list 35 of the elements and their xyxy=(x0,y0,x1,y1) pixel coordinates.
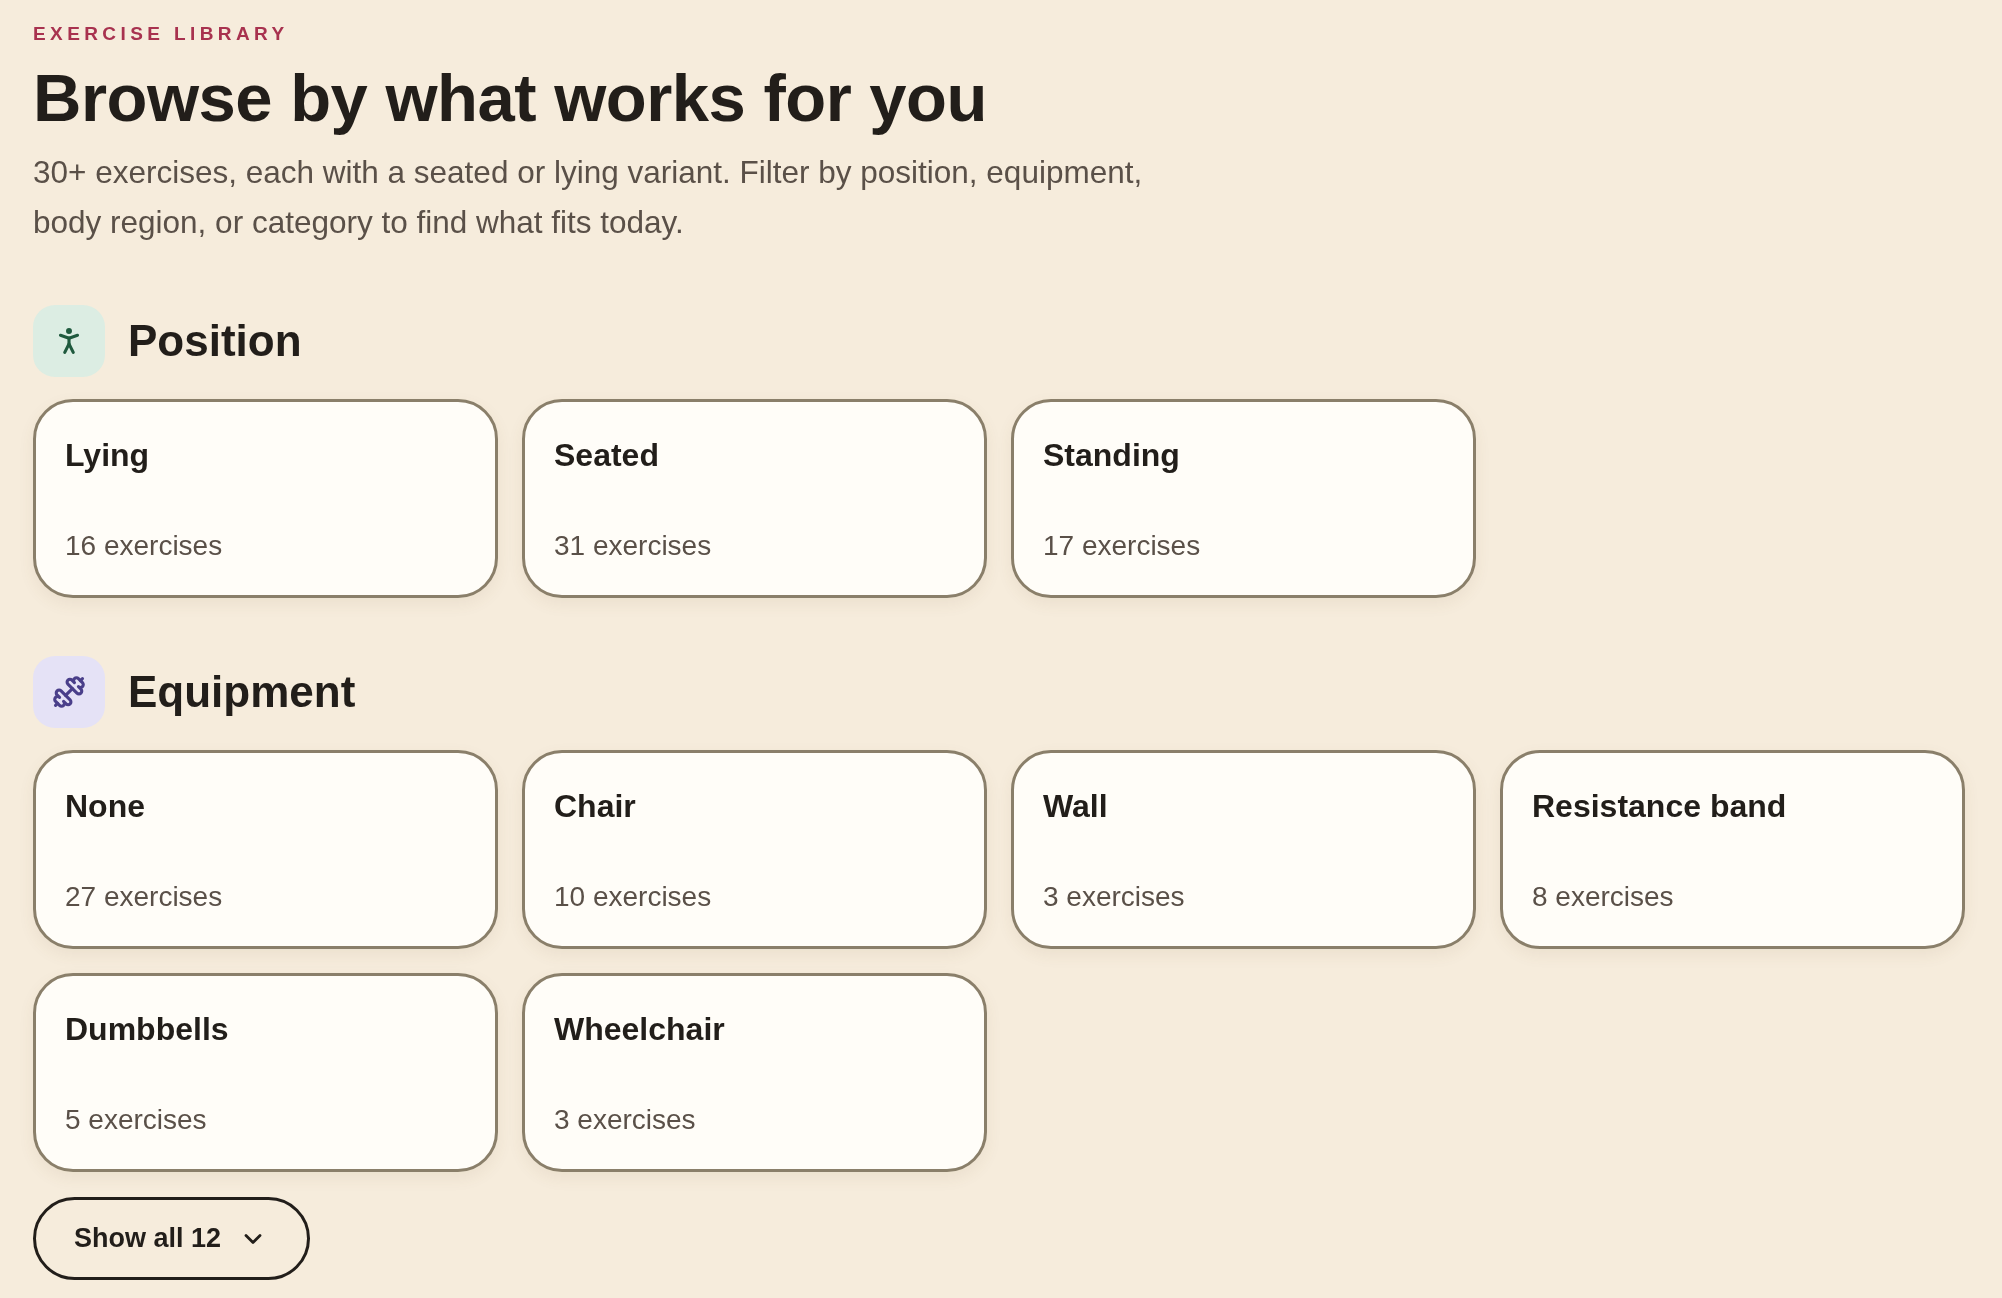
eyebrow-label: EXERCISE LIBRARY xyxy=(33,24,289,43)
filter-card[interactable]: Standing 17 exercises xyxy=(1011,399,1476,598)
exercise-count: 10 exercises xyxy=(554,880,712,914)
exercise-count: 3 exercises xyxy=(554,1103,696,1137)
card-title: Standing xyxy=(1043,436,1180,474)
card-title: Wheelchair xyxy=(554,1010,725,1048)
exercise-count: 27 exercises xyxy=(65,880,223,914)
filter-card[interactable]: Lying 16 exercises xyxy=(33,399,498,598)
card-title: Dumbbells xyxy=(65,1010,229,1048)
dumbbell-icon xyxy=(33,656,105,728)
person-icon xyxy=(33,305,105,377)
filter-card[interactable]: Seated 31 exercises xyxy=(522,399,987,598)
card-title: Resistance band xyxy=(1532,787,1787,825)
exercise-count: 17 exercises xyxy=(1043,529,1201,563)
filter-card[interactable]: Wheelchair 3 exercises xyxy=(522,973,987,1172)
page-title: Browse by what works for you xyxy=(33,62,987,134)
intro-text: 30+ exercises, each with a seated or lying variant. Filter by position, equipment, body region, or category to find what fits today. xyxy=(33,153,1144,242)
filter-card[interactable]: Chair 10 exercises xyxy=(522,750,987,949)
filter-card[interactable]: Resistance band 8 exercises xyxy=(1500,750,1965,949)
exercise-count: 8 exercises xyxy=(1532,880,1674,914)
exercise-count: 3 exercises xyxy=(1043,880,1185,914)
exercise-count: 5 exercises xyxy=(65,1103,207,1137)
card-title: Lying xyxy=(65,436,150,474)
card-title: Seated xyxy=(554,436,659,474)
card-title: Chair xyxy=(554,787,636,825)
section-title: Position xyxy=(128,315,302,367)
exercise-count: 31 exercises xyxy=(554,529,712,563)
filter-card[interactable]: Wall 3 exercises xyxy=(1011,750,1476,949)
show-all-button[interactable]: Show all 12 xyxy=(33,1197,311,1280)
card-title: None xyxy=(65,787,145,825)
filter-card[interactable]: None 27 exercises xyxy=(33,750,498,949)
exercise-count: 16 exercises xyxy=(65,529,223,563)
section-title: Equipment xyxy=(128,666,356,718)
card-title: Wall xyxy=(1043,787,1108,825)
filter-card[interactable]: Dumbbells 5 exercises xyxy=(33,973,498,1172)
